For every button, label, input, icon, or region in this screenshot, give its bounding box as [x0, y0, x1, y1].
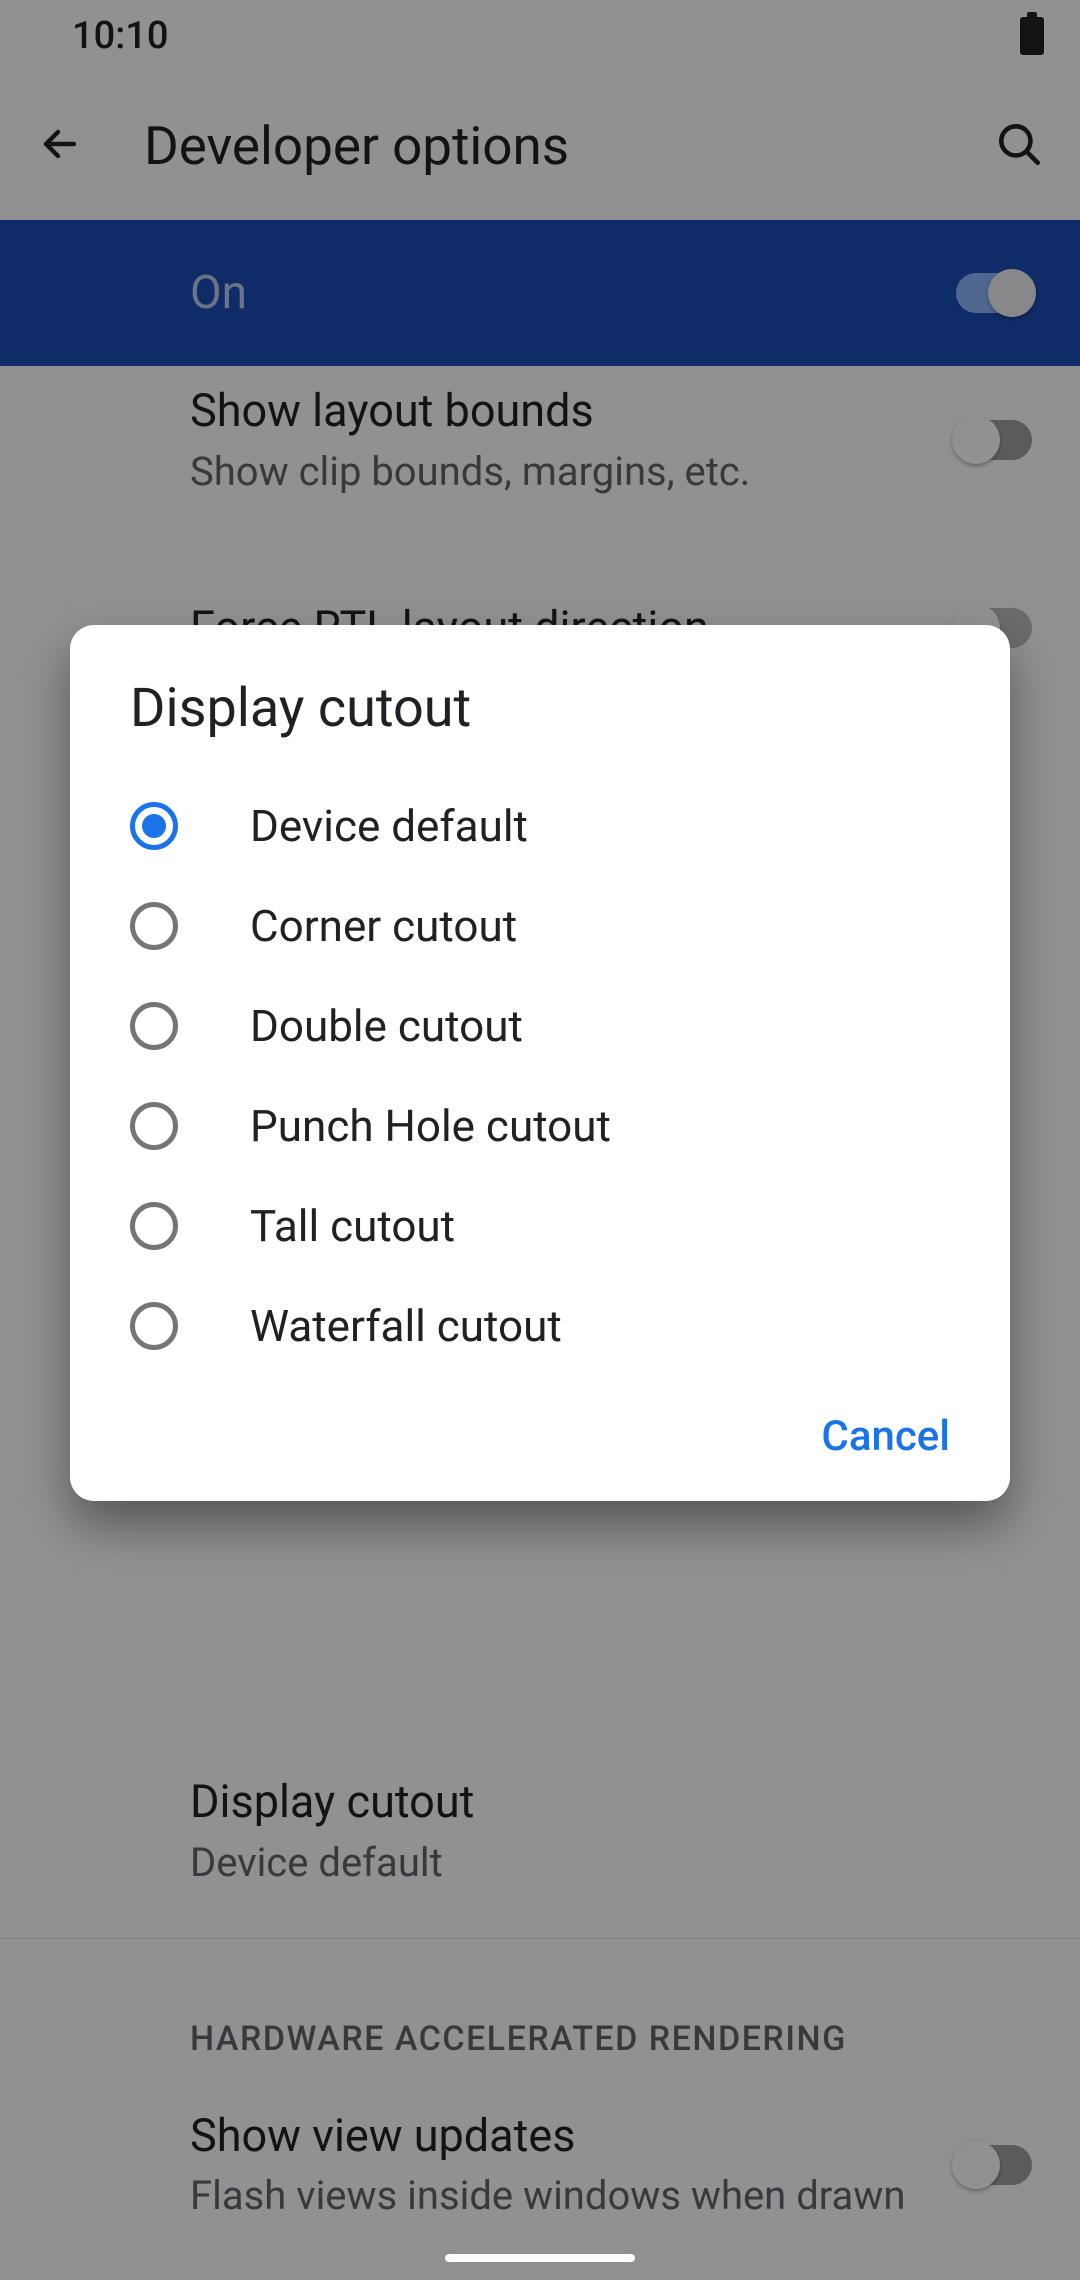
radio-icon [130, 802, 178, 850]
dialog-option-corner-cutout[interactable]: Corner cutout [70, 876, 1010, 976]
option-label: Device default [250, 800, 528, 852]
option-label: Waterfall cutout [250, 1300, 562, 1352]
radio-icon [130, 1202, 178, 1250]
option-label: Double cutout [250, 1000, 523, 1052]
dialog-option-punch-hole-cutout[interactable]: Punch Hole cutout [70, 1076, 1010, 1176]
option-label: Tall cutout [250, 1200, 455, 1252]
cancel-button[interactable]: Cancel [821, 1412, 950, 1461]
gesture-nav-bar[interactable] [445, 2254, 635, 2262]
option-label: Punch Hole cutout [250, 1100, 611, 1152]
display-cutout-dialog: Display cutout Device default Corner cut… [70, 625, 1010, 1501]
dialog-option-tall-cutout[interactable]: Tall cutout [70, 1176, 1010, 1276]
radio-icon [130, 1302, 178, 1350]
dialog-actions: Cancel [70, 1376, 1010, 1473]
dialog-option-double-cutout[interactable]: Double cutout [70, 976, 1010, 1076]
radio-icon [130, 902, 178, 950]
option-label: Corner cutout [250, 900, 517, 952]
radio-icon [130, 1002, 178, 1050]
dialog-option-device-default[interactable]: Device default [70, 776, 1010, 876]
dialog-option-waterfall-cutout[interactable]: Waterfall cutout [70, 1276, 1010, 1376]
radio-icon [130, 1102, 178, 1150]
dialog-options: Device default Corner cutout Double cuto… [70, 776, 1010, 1376]
dialog-title: Display cutout [70, 625, 1010, 776]
